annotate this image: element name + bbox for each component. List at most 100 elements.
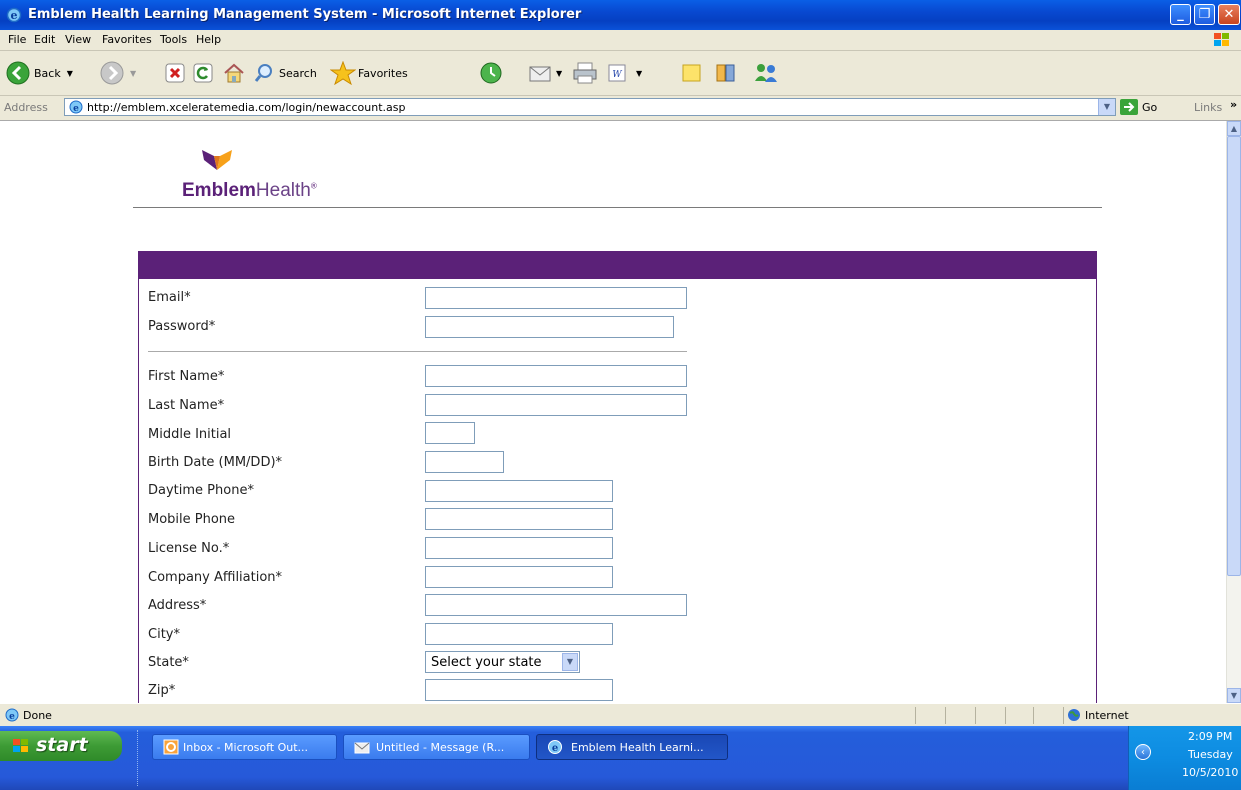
message-icon [354,742,370,754]
messenger-button[interactable] [752,60,780,86]
status-bar: e Done Internet [0,703,1241,727]
menu-help[interactable]: Help [196,33,221,46]
menu-bar: File Edit View Favorites Tools Help [0,30,1241,51]
menu-favorites[interactable]: Favorites [102,33,152,46]
license-field[interactable] [425,537,613,559]
outlook-icon [163,739,179,755]
vertical-scrollbar[interactable]: ▲ ▼ [1226,121,1241,703]
state-select[interactable]: Select your state ▼ [425,651,580,673]
tray-expand-icon[interactable]: ‹ [1135,744,1151,760]
status-divider [915,707,916,724]
clock-time[interactable]: 2:09 PM [1188,730,1232,743]
mail-button[interactable]: ▼ [528,60,562,86]
taskbar-item-browser[interactable]: e Emblem Health Learni... [536,734,728,760]
form-header-bar [138,251,1097,279]
start-button[interactable]: start [0,731,122,761]
print-button[interactable] [572,60,598,86]
home-button[interactable] [222,60,246,86]
mail-icon [529,66,551,82]
maximize-button[interactable]: ❐ [1194,4,1215,25]
status-page-icon: e [5,708,19,722]
scroll-up-icon[interactable]: ▲ [1227,121,1241,136]
mobile-phone-label: Mobile Phone [148,512,236,527]
print-icon [573,62,597,84]
page-content: EmblemHealth® Email* Password* First Nam… [0,121,1226,703]
menu-tools[interactable]: Tools [160,33,187,46]
mail-dropdown-icon[interactable]: ▼ [556,69,562,78]
search-icon [254,64,272,82]
address-url: http://emblem.xceleratemedia.com/login/n… [87,101,406,114]
status-divider [945,707,946,724]
taskbar: start Inbox - Microsoft Out... Untitled … [0,726,1241,790]
menu-file[interactable]: File [8,33,26,46]
windows-flag-icon [1214,33,1229,46]
status-divider [1063,707,1064,724]
street-address-field[interactable] [425,594,687,616]
back-label: Back [34,66,61,80]
first-name-field[interactable] [425,365,687,387]
address-input[interactable]: e http://emblem.xceleratemedia.com/login… [64,98,1116,116]
refresh-icon [193,63,213,83]
email-field[interactable] [425,287,687,309]
go-button[interactable]: Go [1120,99,1157,115]
state-dropdown-icon[interactable]: ▼ [562,653,578,671]
globe-icon [1068,709,1080,721]
search-button[interactable]: Search [254,60,317,86]
zone-text: Internet [1085,709,1129,722]
discuss-button[interactable] [680,60,704,86]
company-field[interactable] [425,566,613,588]
address-bar: Address e http://emblem.xceleratemedia.c… [0,96,1241,121]
mobile-phone-field[interactable] [425,508,613,530]
birth-date-field[interactable] [425,451,504,473]
favorites-button[interactable]: Favorites [330,60,408,86]
close-button[interactable]: ✕ [1218,4,1240,25]
back-button[interactable]: Back ▼ [6,60,73,86]
middle-initial-field[interactable] [425,422,475,444]
edit-dropdown-icon[interactable]: ▼ [636,69,642,78]
search-label: Search [279,66,317,80]
password-field[interactable] [425,316,674,338]
page-icon: e [69,100,83,114]
status-divider [1005,707,1006,724]
email-label: Email* [148,290,191,305]
links-chevron-icon[interactable]: » [1230,98,1237,111]
quicklaunch-grip [137,730,141,786]
daytime-phone-field[interactable] [425,480,613,502]
go-arrow-icon [1120,99,1138,115]
research-button[interactable] [714,60,740,86]
edit-button[interactable]: W ▼ [606,60,642,86]
scroll-thumb[interactable] [1227,136,1241,576]
forward-dropdown-icon[interactable]: ▼ [130,69,136,78]
forward-button[interactable]: ▼ [100,60,136,86]
last-name-field[interactable] [425,394,687,416]
toolbar: Back ▼ ▼ Search Favorites ▼ W ▼ [0,51,1241,96]
status-text: Done [23,709,52,722]
refresh-button[interactable] [192,60,214,86]
favorites-label: Favorites [358,66,408,80]
stop-button[interactable] [164,60,186,86]
history-button[interactable] [478,60,504,86]
address-field-label: Address* [148,598,207,613]
svg-text:e: e [552,743,558,754]
back-dropdown-icon[interactable]: ▼ [67,69,73,78]
zip-field[interactable] [425,679,613,701]
emblem-logo-icon [202,150,232,170]
forward-arrow-icon [100,61,124,85]
taskbar-item-outlook[interactable]: Inbox - Microsoft Out... [152,734,337,760]
system-tray: ‹ 2:09 PM Tuesday 10/5/2010 [1128,726,1241,790]
zip-label: Zip* [148,683,176,698]
links-label[interactable]: Links [1194,101,1222,114]
menu-edit[interactable]: Edit [34,33,55,46]
taskbar-item-message[interactable]: Untitled - Message (R... [343,734,530,760]
star-icon [330,61,356,85]
scroll-down-icon[interactable]: ▼ [1227,688,1241,703]
city-field[interactable] [425,623,613,645]
first-name-label: First Name* [148,369,225,384]
header-divider [133,207,1102,208]
clock-date: 10/5/2010 [1182,766,1239,779]
address-dropdown-icon[interactable]: ▼ [1098,99,1115,115]
company-label: Company Affiliation* [148,570,283,585]
taskbar-item-label: Emblem Health Learni... [571,741,704,754]
menu-view[interactable]: View [65,33,91,46]
minimize-button[interactable]: _ [1170,4,1191,25]
